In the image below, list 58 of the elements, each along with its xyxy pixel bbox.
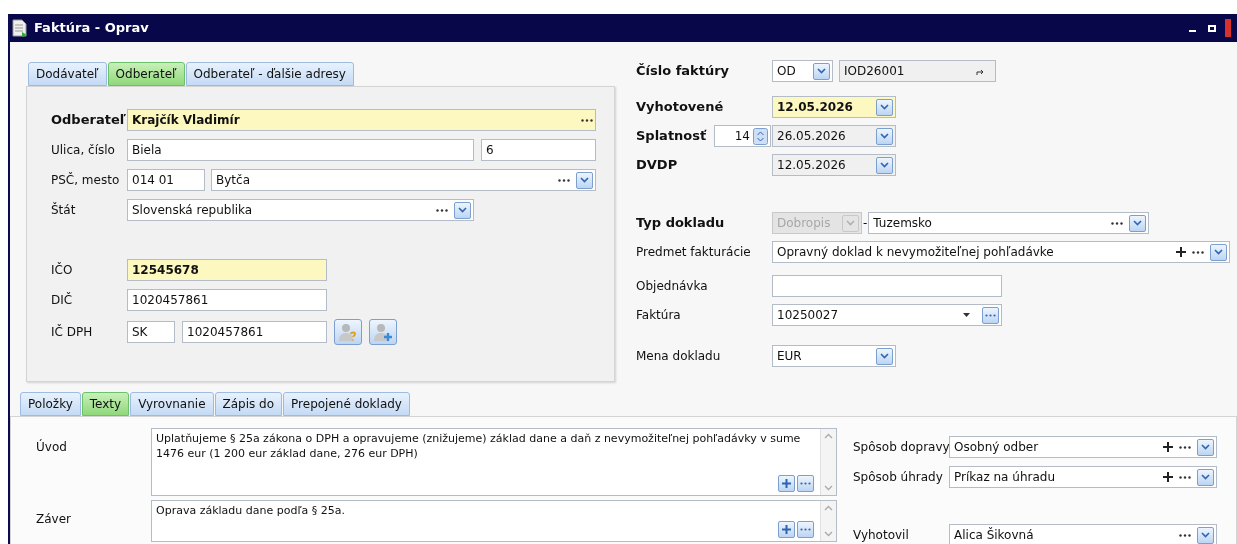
- input-field[interactable]: 12545678: [127, 259, 327, 281]
- field-label: Faktúra: [636, 307, 682, 324]
- text-area[interactable]: Uplatňujeme § 25a zákona o DPH a opravujeme (znižujeme) základ dane a daň z nevymožiteľnej pohľadávky v sume 1476 eur (1 200 eur základ dane, 276 eur DPH): [151, 428, 837, 496]
- input-field[interactable]: Biela: [127, 139, 474, 161]
- field-label: Mena dokladu: [636, 348, 722, 365]
- input-field[interactable]: Bytča: [211, 169, 596, 191]
- tab[interactable]: Vyrovnanie: [130, 392, 214, 416]
- field-label: Vyhotovené: [636, 98, 725, 117]
- field-label: IČO: [51, 261, 74, 279]
- days-spinner[interactable]: 14: [714, 125, 771, 147]
- field-label: DIČ: [51, 291, 74, 309]
- input-field[interactable]: Krajčík Vladimír: [127, 109, 596, 131]
- tab[interactable]: Položky: [20, 392, 81, 416]
- field-label: Typ dokladu: [636, 214, 726, 233]
- tab[interactable]: Texty: [81, 392, 130, 416]
- input-field[interactable]: 014 01: [127, 169, 205, 191]
- field-label: Predmet fakturácie: [636, 244, 752, 261]
- tab[interactable]: Dodávateľ: [28, 62, 107, 86]
- input-field[interactable]: 1020457861: [127, 289, 327, 311]
- field-label: Odberateľ: [51, 111, 127, 130]
- separator-text: -: [862, 215, 869, 232]
- input-field[interactable]: Slovenská republika: [127, 199, 474, 221]
- input-field[interactable]: Opravný doklad k nevymožiteľnej pohľadávke: [772, 241, 1230, 263]
- input-field[interactable]: Alica Šikovná: [949, 524, 1217, 544]
- date-field[interactable]: 26.05.2026: [772, 125, 896, 147]
- text-value: Uplatňujeme § 25a zákona o DPH a opravujeme (znižujeme) základ dane a daň z nevymožiteľnej pohľadávky v sume 1476 eur (1 200 eur základ dane, 276 eur DPH): [155, 431, 802, 461]
- field-label: Úvod: [36, 438, 68, 456]
- tab[interactable]: Odberateľ - ďalšie adresy: [185, 62, 354, 86]
- field-label: Splatnosť: [636, 127, 708, 146]
- input-field[interactable]: Osobný odber: [949, 436, 1217, 458]
- input-field[interactable]: IOD26001: [839, 60, 996, 82]
- field-label: Vyhotovil: [853, 527, 910, 544]
- date-field[interactable]: 12.05.2026: [772, 154, 896, 176]
- tab[interactable]: Zápis do: [214, 392, 283, 416]
- field-label: IČ DPH: [51, 323, 94, 341]
- tab[interactable]: Prepojené doklady: [283, 392, 410, 416]
- text-value: Oprava základu dane podľa § 25a.: [155, 503, 347, 518]
- tab[interactable]: Odberateľ: [107, 62, 185, 86]
- field-label: Spôsob dopravy: [853, 439, 949, 456]
- field-label: Spôsob úhrady: [853, 469, 944, 486]
- input-field[interactable]: SK: [127, 321, 175, 343]
- field-label: DVDP: [636, 156, 679, 175]
- input-field[interactable]: 1020457861: [182, 321, 327, 343]
- combo-box[interactable]: OD: [772, 60, 833, 82]
- field-label: Záver: [36, 511, 72, 528]
- input-field[interactable]: Tuzemsko: [868, 212, 1150, 234]
- field-label: Ulica, číslo: [51, 142, 116, 159]
- field-label: Objednávka: [636, 278, 709, 295]
- date-field[interactable]: 12.05.2026: [772, 96, 896, 118]
- field-label: Štát: [51, 201, 77, 219]
- combo-box[interactable]: EUR: [772, 345, 896, 367]
- input-field[interactable]: 6: [481, 139, 596, 161]
- field-label: Číslo faktúry: [636, 62, 731, 81]
- input-field[interactable]: Príkaz na úhradu: [949, 466, 1217, 488]
- field-label: PSČ, mesto: [51, 171, 121, 189]
- window-title: Faktúra - Oprav: [34, 19, 150, 38]
- text-area[interactable]: Oprava základu dane podľa § 25a.: [151, 500, 837, 542]
- input-field[interactable]: 10250027: [772, 304, 1002, 326]
